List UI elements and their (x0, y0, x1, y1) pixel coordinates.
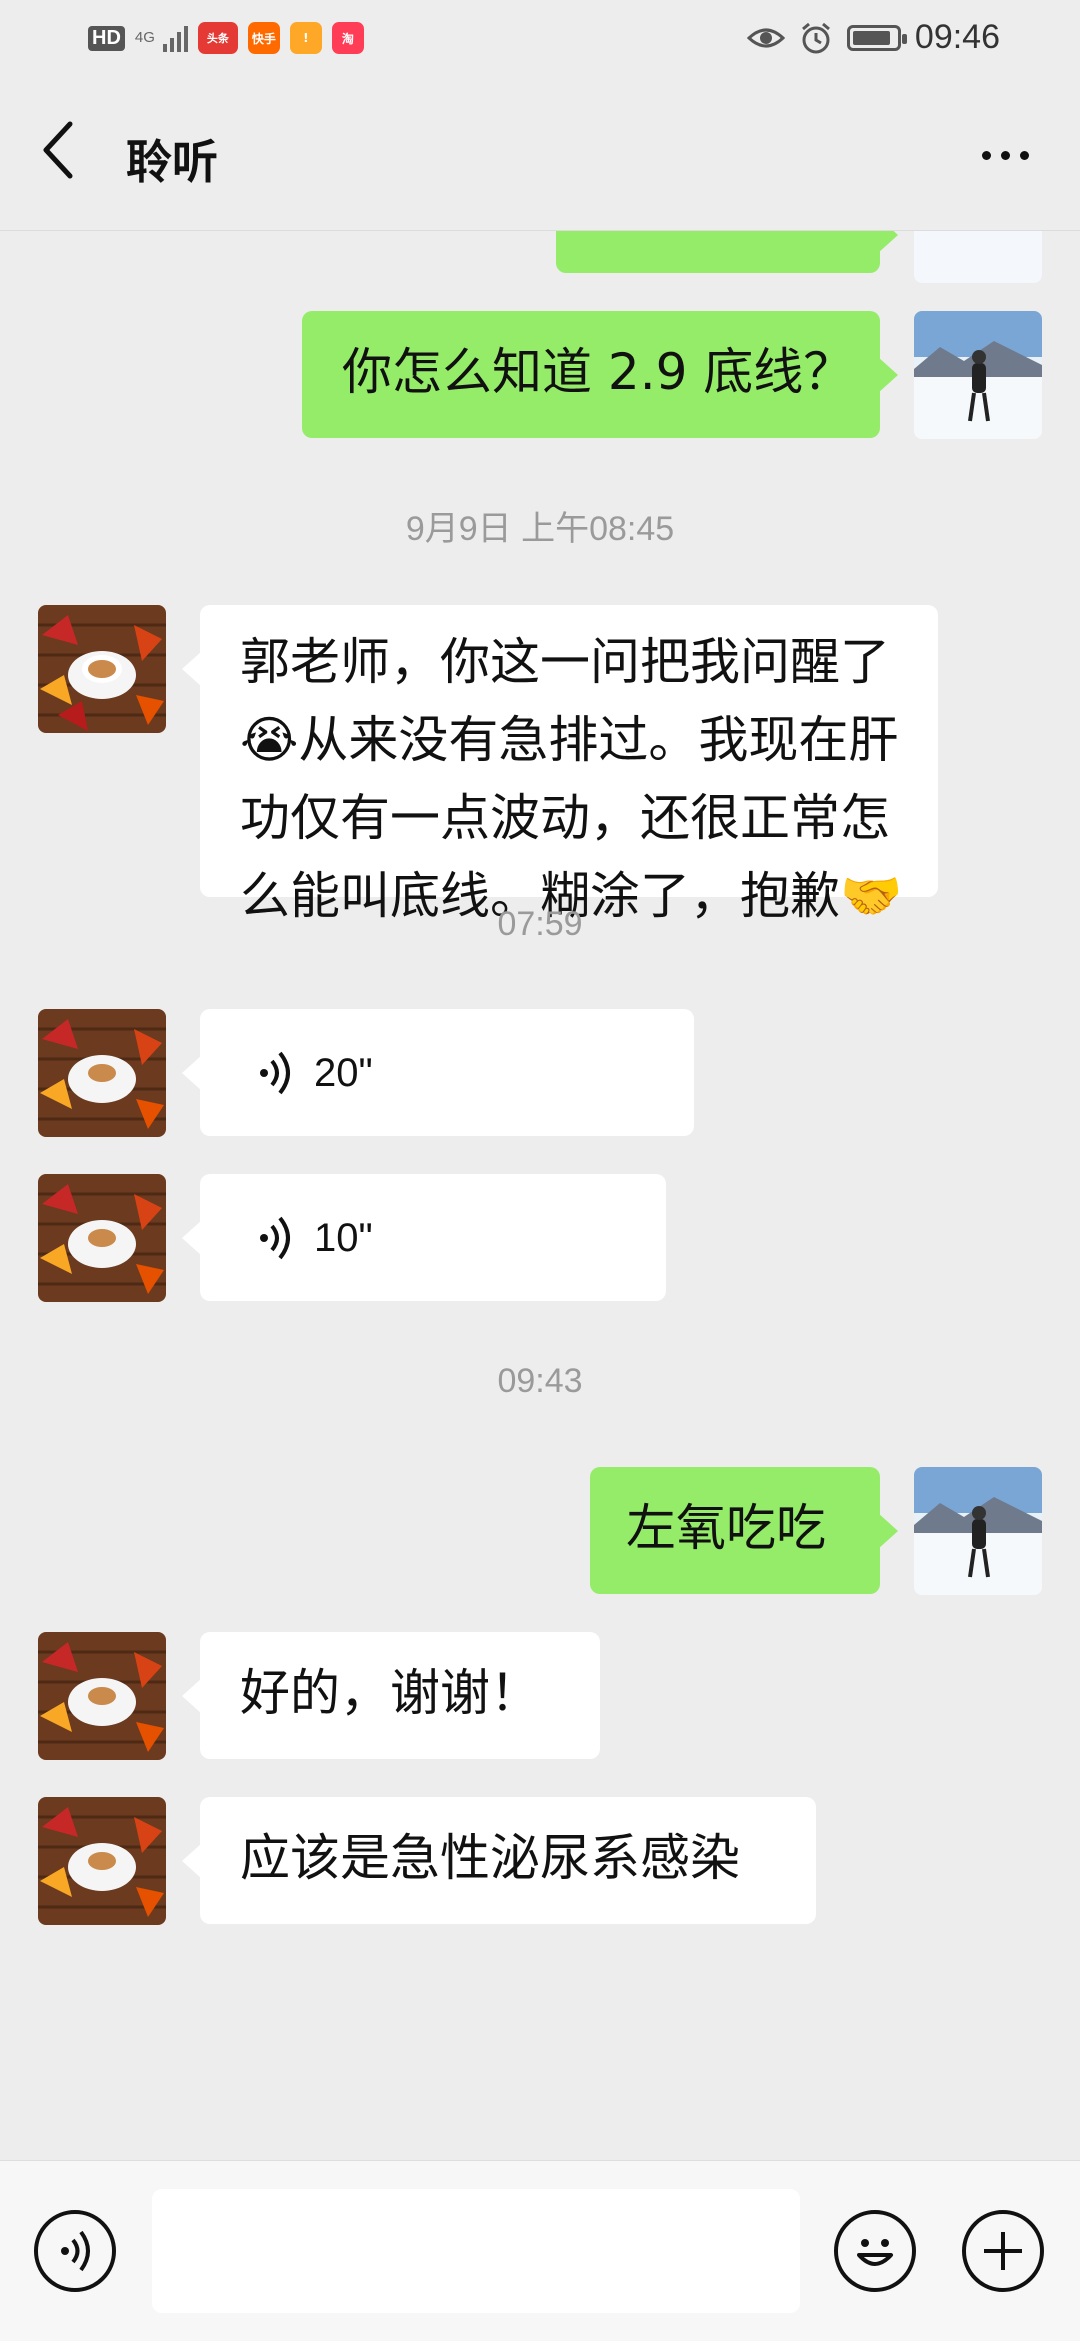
battery-icon (846, 24, 907, 51)
message-text: 左氧吃吃 (626, 1499, 826, 1557)
avatar-contact[interactable] (38, 1009, 166, 1137)
more-dots-icon (981, 150, 991, 160)
voice-duration: 10" (314, 1215, 373, 1260)
more-button[interactable] (970, 130, 1040, 180)
timestamp: 09:43 (497, 1362, 583, 1400)
app-kuaishou-icon: 快手 (247, 22, 280, 54)
message-text: 郭老师，你这一问把我问醒了😭从来没有急排过。我现在肝功仅有一点波动，还很正常怎么… (240, 633, 903, 925)
app-taobao-icon: 淘 (331, 22, 364, 54)
avatar-contact[interactable] (38, 1797, 166, 1925)
snow-photo (914, 231, 1042, 283)
status-time: 09:46 (914, 18, 1000, 56)
avatar-self[interactable] (914, 1467, 1042, 1595)
avatar-contact[interactable] (38, 1632, 166, 1760)
back-button[interactable] (38, 120, 88, 190)
timestamp: 9月9日 上午08:45 (405, 510, 675, 548)
coffee-leaves-photo (38, 1632, 166, 1760)
voice-input-button[interactable] (34, 2210, 116, 2292)
message-input[interactable] (152, 2189, 800, 2313)
emoji-icon (857, 2239, 893, 2266)
message-bubble-incoming[interactable]: 应该是急性泌尿系感染 (182, 1797, 816, 1924)
signal-icon (162, 24, 188, 52)
plus-icon (984, 2232, 1022, 2270)
voice-wave-icon (260, 1051, 290, 1094)
status-left: HD 4G 头条 快手 ! 淘 (88, 22, 364, 54)
chat-area[interactable]: 你怎么知道 2.9 底线？ 9月9日 上午08:45 郭老师，你这一问把我问醒了… (0, 231, 1080, 2160)
app-notice-icon: ! (289, 22, 322, 54)
eye-icon (746, 28, 785, 47)
emoji-button[interactable] (834, 2210, 916, 2292)
timestamp: 07:59 (497, 905, 583, 943)
more-dot (1019, 150, 1029, 160)
coffee-leaves-photo (38, 1009, 166, 1137)
avatar-contact[interactable] (38, 605, 166, 733)
voice-content: 20" (200, 1009, 694, 1136)
voice-message[interactable]: 10" (182, 1174, 666, 1301)
chevron-left-icon (43, 121, 73, 179)
snow-photo (914, 311, 1042, 439)
coffee-leaves-photo (38, 605, 166, 733)
voice-wave-icon (260, 1216, 290, 1259)
message-bubble-incoming[interactable]: 好的，谢谢！ (182, 1632, 600, 1759)
voice-message[interactable]: 20" (182, 1009, 694, 1136)
message-text: 好的，谢谢！ (240, 1664, 540, 1722)
coffee-leaves-photo (38, 1174, 166, 1302)
avatar-self[interactable] (914, 311, 1042, 439)
voice-duration: 20" (314, 1050, 373, 1095)
snow-photo (914, 1467, 1042, 1595)
message-text: 你怎么知道 2.9 底线？ (342, 343, 854, 401)
network-label: 4G (134, 29, 155, 46)
app-toutiao-icon: 头条 (197, 22, 238, 54)
message-bubble-incoming[interactable]: 郭老师，你这一问把我问醒了😭从来没有急排过。我现在肝功仅有一点波动，还很正常怎么… (182, 605, 938, 925)
message-text: 应该是急性泌尿系感染 (240, 1829, 740, 1887)
avatar-contact[interactable] (38, 1174, 166, 1302)
status-right: 09:46 (746, 18, 1000, 57)
input-bar (0, 2160, 1080, 2341)
message-bubble-outgoing[interactable]: 你怎么知道 2.9 底线？ (302, 311, 898, 438)
page-title: 聆听 (126, 135, 218, 189)
avatar-self[interactable] (914, 231, 1042, 283)
hd-badge: HD (88, 25, 125, 51)
voice-content: 10" (200, 1174, 666, 1301)
status-bar: HD 4G 头条 快手 ! 淘 09:46 (0, 0, 1080, 80)
message-bubble-cutoff[interactable] (556, 231, 898, 273)
voice-input-icon (61, 2230, 90, 2272)
alarm-icon (801, 22, 830, 53)
plus-button[interactable] (962, 2210, 1044, 2292)
more-dot (1000, 150, 1010, 160)
message-bubble-outgoing[interactable]: 左氧吃吃 (590, 1467, 898, 1594)
coffee-leaves-photo (38, 1797, 166, 1925)
chat-header: 聆听 (0, 80, 1080, 231)
